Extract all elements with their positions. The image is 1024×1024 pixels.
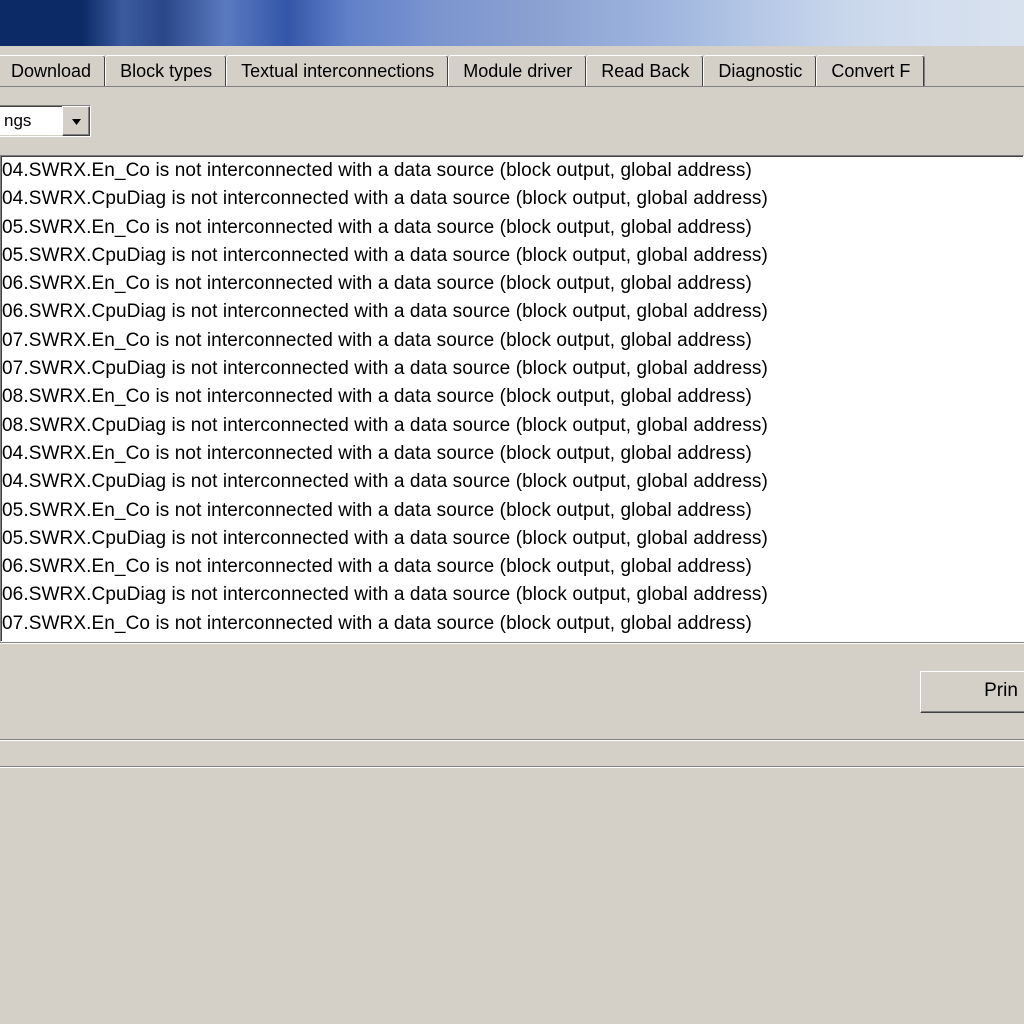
status-bar (0, 739, 1024, 766)
log-line[interactable]: 04.SWRX.En_Co is not interconnected with… (2, 440, 1023, 468)
log-line[interactable]: 06.SWRX.CpuDiag is not interconnected wi… (2, 581, 1023, 609)
log-line[interactable]: 05.SWRX.En_Co is not interconnected with… (2, 214, 1023, 242)
log-line[interactable]: 04.SWRX.CpuDiag is not interconnected wi… (2, 468, 1023, 496)
log-line[interactable]: 06.SWRX.En_Co is not interconnected with… (2, 553, 1023, 581)
toolbar: ngs (0, 87, 1024, 155)
log-line[interactable]: 04.SWRX.En_Co is not interconnected with… (2, 157, 1023, 185)
log-line[interactable]: 08.SWRX.En_Co is not interconnected with… (2, 383, 1023, 411)
log-line[interactable]: 06.SWRX.CpuDiag is not interconnected wi… (2, 298, 1023, 326)
tab-diagnostic[interactable]: Diagnostic (703, 55, 817, 86)
filter-combobox[interactable]: ngs (0, 105, 91, 137)
window-titlebar (0, 0, 1024, 46)
log-line[interactable]: 07.SWRX.En_Co is not interconnected with… (2, 327, 1023, 355)
log-line[interactable]: 05.SWRX.En_Co is not interconnected with… (2, 497, 1023, 525)
tab-block-types[interactable]: Block types (105, 55, 227, 86)
chevron-down-icon (71, 116, 82, 127)
log-line[interactable]: 07.SWRX.CpuDiag is not interconnected wi… (2, 355, 1023, 383)
button-bar: Prin (0, 642, 1024, 735)
tab-strip: Download Block types Textual interconnec… (0, 52, 1024, 87)
log-line[interactable]: 05.SWRX.CpuDiag is not interconnected wi… (2, 242, 1023, 270)
filter-combobox-button[interactable] (62, 106, 90, 136)
log-line[interactable]: 08.SWRX.CpuDiag is not interconnected wi… (2, 412, 1023, 440)
log-line[interactable]: 05.SWRX.CpuDiag is not interconnected wi… (2, 525, 1023, 553)
log-line[interactable]: 06.SWRX.En_Co is not interconnected with… (2, 270, 1023, 298)
log-list[interactable]: 04.SWRX.En_Co is not interconnected with… (1, 156, 1023, 641)
filter-combobox-value: ngs (0, 106, 62, 136)
tab-read-back[interactable]: Read Back (586, 55, 704, 86)
tab-module-driver[interactable]: Module driver (448, 55, 587, 86)
tab-convert[interactable]: Convert F (816, 55, 925, 86)
lower-panel (0, 766, 1024, 1024)
log-line[interactable]: 07.SWRX.En_Co is not interconnected with… (2, 610, 1023, 638)
tab-textual-interconnections[interactable]: Textual interconnections (226, 55, 449, 86)
log-line[interactable]: 04.SWRX.CpuDiag is not interconnected wi… (2, 185, 1023, 213)
log-panel: 04.SWRX.En_Co is not interconnected with… (0, 155, 1024, 642)
tab-download[interactable]: Download (0, 55, 106, 86)
print-button[interactable]: Prin (920, 671, 1024, 713)
